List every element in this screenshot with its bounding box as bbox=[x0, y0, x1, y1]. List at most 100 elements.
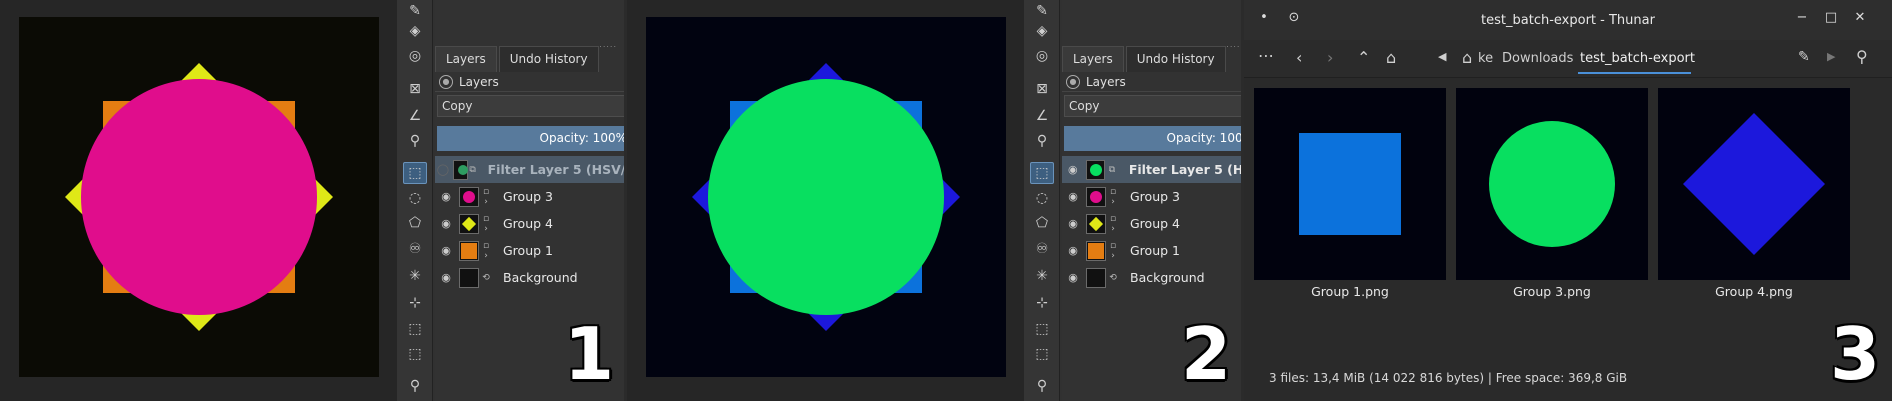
zoom-tool-icon[interactable]: ⚲ bbox=[1030, 375, 1054, 397]
file-item[interactable]: Group 4.png bbox=[1658, 88, 1850, 299]
breadcrumb-current-folder[interactable]: test_batch-export bbox=[1580, 51, 1695, 66]
ellipse-select-tool-icon[interactable]: ◌ bbox=[403, 187, 427, 209]
tab-undo-history[interactable]: Undo History bbox=[498, 46, 599, 72]
visibility-eye-icon[interactable]: ◉ bbox=[1062, 244, 1084, 257]
canvas-image[interactable] bbox=[646, 17, 1006, 377]
brush-tool-icon[interactable]: ✎ bbox=[403, 0, 427, 22]
canvas-area[interactable] bbox=[627, 0, 1024, 401]
tab-layers[interactable]: Layers bbox=[1062, 46, 1124, 72]
maximize-icon[interactable]: □ bbox=[1821, 10, 1841, 25]
location-toolbar: ⋯ ‹ › ⌃ ⌂ ◀ ⌂ ke Downloads test_batch-ex… bbox=[1244, 40, 1892, 78]
ellipse-select-tool-icon[interactable]: ◌ bbox=[1030, 187, 1054, 209]
blend-mode-select[interactable]: Copy bbox=[1064, 95, 1241, 117]
forward-arrow-icon[interactable]: › bbox=[1327, 48, 1333, 67]
breadcrumb-home-icon[interactable]: ⌂ bbox=[1462, 48, 1472, 67]
group-expand-chevron-icon[interactable]: ▫ › bbox=[479, 241, 493, 261]
polygon-select-tool-icon[interactable]: ⬠ bbox=[1030, 212, 1054, 234]
layer-name: Filter Layer 5 (HSV/A bbox=[487, 162, 624, 177]
layer-row-filter-layer-5[interactable]: ◉ ⧉ Filter Layer 5 (HSV bbox=[1062, 156, 1241, 183]
fill-tool-icon[interactable]: ◈ bbox=[403, 20, 427, 42]
parent-folder-icon[interactable]: ⌃ bbox=[1357, 48, 1370, 67]
green-circle-preview bbox=[1489, 121, 1615, 247]
breadcrumb-downloads[interactable]: Downloads bbox=[1502, 51, 1573, 66]
layer-row-group-1[interactable]: ◉ ▫ › Group 1 bbox=[435, 237, 624, 264]
brush-tool-icon[interactable]: ✎ bbox=[1030, 0, 1054, 22]
layer-row-group-3[interactable]: ◉ ▫ › Group 3 bbox=[435, 183, 624, 210]
opacity-slider[interactable]: Opacity: 100% bbox=[437, 126, 624, 151]
fill-tool-icon[interactable]: ◈ bbox=[1030, 20, 1054, 42]
breadcrumb-left-arrow-icon[interactable]: ◀ bbox=[1438, 50, 1446, 63]
measure-tool-icon[interactable]: ∠ bbox=[403, 105, 427, 127]
transform-tool-icon[interactable]: ⊠ bbox=[1030, 78, 1054, 100]
bezier-select-tool-icon[interactable]: ⬚ bbox=[403, 318, 427, 340]
docker-title: ● Layers bbox=[435, 72, 624, 92]
visibility-eye-icon[interactable]: ◉ bbox=[1062, 217, 1084, 230]
breadcrumb-home[interactable]: ke bbox=[1478, 51, 1493, 66]
menu-dots-icon[interactable]: ⋯ bbox=[1258, 46, 1274, 65]
lock-icon[interactable]: ● bbox=[439, 74, 453, 89]
tab-layers[interactable]: Layers bbox=[435, 46, 497, 72]
visibility-eye-icon[interactable]: ◉ bbox=[435, 217, 457, 230]
group-expand-chevron-icon[interactable]: ▫ › bbox=[1106, 187, 1120, 207]
docker-tabs: Layers Undo History bbox=[435, 46, 601, 72]
group-expand-chevron-icon[interactable]: ▫ › bbox=[479, 187, 493, 207]
file-item[interactable]: Group 3.png bbox=[1456, 88, 1648, 299]
magnetic-select-tool-icon[interactable]: ⬚ bbox=[403, 343, 427, 365]
bezier-select-tool-icon[interactable]: ⬚ bbox=[1030, 318, 1054, 340]
rect-select-tool-icon[interactable]: ⬚ bbox=[1030, 162, 1054, 184]
canvas-area[interactable] bbox=[0, 0, 397, 401]
visibility-eye-icon[interactable]: ◉ bbox=[435, 244, 457, 257]
assistant-tool-icon[interactable]: ⚲ bbox=[1030, 130, 1054, 152]
measure-tool-icon[interactable]: ∠ bbox=[1030, 105, 1054, 127]
layer-row-group-3[interactable]: ◉ ▫ › Group 3 bbox=[1062, 183, 1241, 210]
group-expand-chevron-icon[interactable]: ▫ › bbox=[479, 214, 493, 234]
magic-wand-tool-icon[interactable]: ✳ bbox=[403, 265, 427, 287]
group-expand-chevron-icon[interactable]: ▫ › bbox=[1106, 214, 1120, 234]
freehand-select-tool-icon[interactable]: ♾ bbox=[403, 238, 427, 260]
indigo-diamond-preview bbox=[1683, 113, 1825, 255]
visibility-eye-icon[interactable]: ◉ bbox=[1062, 163, 1084, 176]
blend-mode-select[interactable]: Copy bbox=[437, 95, 624, 117]
filter-icon[interactable]: ⧉ bbox=[1105, 165, 1119, 175]
layer-row-background[interactable]: ◉ ⟲ Background bbox=[435, 264, 624, 291]
group-expand-chevron-icon[interactable]: ▫ › bbox=[1106, 241, 1120, 261]
layer-row-group-4[interactable]: ◉ ▫ › Group 4 bbox=[435, 210, 624, 237]
layer-row-background[interactable]: ◉ ⟲ Background bbox=[1062, 264, 1241, 291]
back-arrow-icon[interactable]: ‹ bbox=[1296, 48, 1302, 67]
layer-row-group-4[interactable]: ◉ ▫ › Group 4 bbox=[1062, 210, 1241, 237]
visibility-eye-icon[interactable]: ◉ bbox=[1062, 190, 1084, 203]
gradient-tool-icon[interactable]: ◎ bbox=[1030, 45, 1054, 67]
breadcrumb-active-underline bbox=[1578, 72, 1691, 74]
file-item[interactable]: Group 1.png bbox=[1254, 88, 1446, 299]
tab-undo-history[interactable]: Undo History bbox=[1125, 46, 1226, 72]
opacity-slider[interactable]: Opacity: 100% bbox=[1064, 126, 1241, 151]
layer-thumbnail bbox=[459, 186, 479, 207]
polygon-select-tool-icon[interactable]: ⬠ bbox=[403, 212, 427, 234]
close-icon[interactable]: ✕ bbox=[1850, 10, 1870, 25]
home-icon[interactable]: ⌂ bbox=[1386, 48, 1396, 67]
gradient-tool-icon[interactable]: ◎ bbox=[403, 45, 427, 67]
layer-row-filter-layer-5[interactable]: ◯ ⧉ Filter Layer 5 (HSV/A bbox=[435, 156, 624, 183]
assistant-tool-icon[interactable]: ⚲ bbox=[403, 130, 427, 152]
layer-row-group-1[interactable]: ◉ ▫ › Group 1 bbox=[1062, 237, 1241, 264]
breadcrumb-right-arrow-icon[interactable]: ▶ bbox=[1827, 50, 1835, 63]
edit-path-pencil-icon[interactable]: ✎ bbox=[1798, 49, 1810, 65]
freehand-select-tool-icon[interactable]: ♾ bbox=[1030, 238, 1054, 260]
minimize-icon[interactable]: − bbox=[1792, 10, 1812, 25]
canvas-image[interactable] bbox=[19, 17, 379, 377]
similar-select-tool-icon[interactable]: ⊹ bbox=[1030, 292, 1054, 314]
file-view[interactable]: Group 1.png Group 3.png Group 4.png bbox=[1244, 80, 1892, 365]
zoom-tool-icon[interactable]: ⚲ bbox=[403, 375, 427, 397]
filter-icon[interactable]: ⧉ bbox=[468, 165, 478, 175]
transform-tool-icon[interactable]: ⊠ bbox=[403, 78, 427, 100]
visibility-eye-icon[interactable]: ◉ bbox=[1062, 271, 1084, 284]
search-icon[interactable]: ⚲ bbox=[1856, 47, 1868, 66]
rect-select-tool-icon[interactable]: ⬚ bbox=[403, 162, 427, 184]
visibility-off-icon[interactable]: ◯ bbox=[435, 163, 451, 176]
visibility-eye-icon[interactable]: ◉ bbox=[435, 190, 457, 203]
magic-wand-tool-icon[interactable]: ✳ bbox=[1030, 265, 1054, 287]
similar-select-tool-icon[interactable]: ⊹ bbox=[403, 292, 427, 314]
magnetic-select-tool-icon[interactable]: ⬚ bbox=[1030, 343, 1054, 365]
visibility-eye-icon[interactable]: ◉ bbox=[435, 271, 457, 284]
lock-icon[interactable]: ● bbox=[1066, 74, 1080, 89]
